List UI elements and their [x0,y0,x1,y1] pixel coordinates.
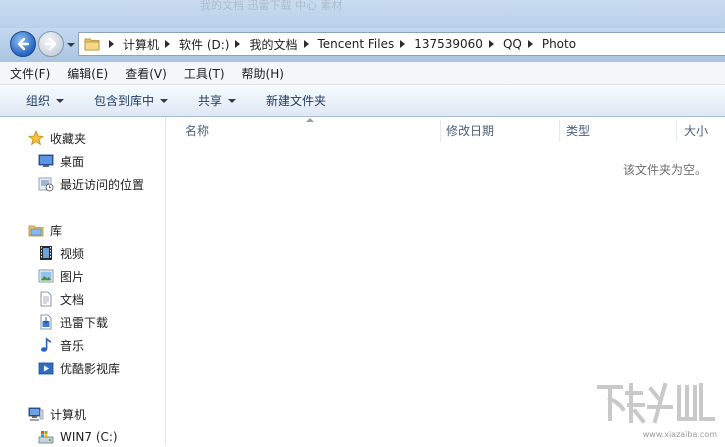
sidebar-item-label: 计算机 [50,407,87,422]
sidebar-item-label: WIN7 (C:) [60,430,118,444]
sidebar-item-label: 优酷影视库 [60,361,121,376]
breadcrumb-my-documents[interactable]: 我的文档 [249,36,297,53]
column-header-date[interactable]: 修改日期 [446,117,559,143]
watermark: www.xiazaiba.com [587,379,717,439]
column-header-label: 修改日期 [446,123,495,138]
sidebar-item-drive-c[interactable]: WIN7 (C:) [38,427,118,447]
folder-icon [84,38,100,51]
sidebar-item-label: 最近访问的位置 [60,177,145,192]
sidebar-item-thunder-downloads[interactable]: 迅雷下载 [38,312,108,332]
desktop-icon [38,154,54,167]
breadcrumb-separator-icon[interactable] [235,40,241,48]
breadcrumb-qq[interactable]: QQ [503,37,522,51]
breadcrumb-separator-icon[interactable] [303,40,309,48]
column-header-label: 名称 [185,123,210,138]
sidebar-item-computer[interactable]: 计算机 [28,404,86,424]
watermark-url: www.xiazaiba.com [642,430,717,439]
breadcrumb-separator-icon[interactable] [109,40,114,48]
column-header-label: 大小 [684,123,709,138]
computer-icon [28,407,44,421]
column-divider[interactable] [440,120,441,142]
sidebar-item-label: 迅雷下载 [60,315,109,330]
breadcrumb-tencent-files[interactable]: Tencent Files [318,37,395,51]
back-button[interactable] [10,31,36,57]
breadcrumb-drive-d[interactable]: 软件 (D:) [179,36,229,53]
menu-file[interactable]: 文件(F) [0,65,57,82]
picture-icon [38,269,54,283]
organize-label: 组织 [26,94,51,108]
breadcrumb-qq-number[interactable]: 137539060 [414,37,483,51]
sidebar-item-label: 文档 [60,292,85,307]
chevron-down-icon [228,98,237,103]
sidebar-item-label: 图片 [60,269,85,284]
sidebar-item-libraries[interactable]: 库 [28,220,62,240]
menu-edit[interactable]: 编辑(E) [57,65,115,82]
sidebar-item-label: 收藏夹 [50,131,87,146]
chevron-down-icon [160,98,169,103]
column-divider[interactable] [676,120,677,142]
navigation-bar: 计算机 软件 (D:) 我的文档 Tencent Files 137539060… [0,28,725,62]
recent-pages-dropdown[interactable] [66,40,76,50]
address-bar[interactable]: 计算机 软件 (D:) 我的文档 Tencent Files 137539060… [78,32,725,56]
watermark-logo [597,382,715,424]
sidebar-item-label: 桌面 [60,154,85,169]
menu-view[interactable]: 查看(V) [115,65,174,82]
file-list: 名称 修改日期 类型 大小 该文件夹为空。 www.xiazaiba.com [167,117,725,445]
menu-bar: 文件(F) 编辑(E) 查看(V) 工具(T) 帮助(H) [0,62,725,85]
column-header-label: 类型 [566,123,591,138]
breadcrumb-computer[interactable]: 计算机 [123,36,159,53]
forward-button[interactable] [38,31,64,57]
breadcrumb-separator-icon[interactable] [488,40,494,48]
column-header-name[interactable]: 名称 [185,117,440,143]
menu-tools[interactable]: 工具(T) [174,65,232,82]
column-divider[interactable] [559,120,560,142]
breadcrumb: 计算机 软件 (D:) 我的文档 Tencent Files 137539060… [103,33,576,55]
include-in-library-label: 包含到库中 [94,94,155,108]
navigation-pane: 收藏夹 桌面 最近访问的位置 库 视频 图片 文档 迅雷下载 音乐 优酷影视库 … [0,117,166,445]
command-bar: 组织 包含到库中 共享 新建文件夹 [0,85,725,117]
system-drive-icon [38,431,54,444]
star-icon [28,130,44,146]
new-folder-label: 新建文件夹 [266,94,327,108]
recent-places-icon [38,177,54,192]
empty-folder-message: 该文件夹为空。 [622,163,707,177]
arrow-left-icon [17,37,30,51]
breadcrumb-photo[interactable]: Photo [542,37,576,51]
new-folder-button[interactable]: 新建文件夹 [266,92,326,109]
share-button[interactable]: 共享 [198,92,237,109]
window-title: 我的文档 迅雷下载 中心 素材 [200,0,343,12]
document-icon [40,291,52,307]
film-icon [40,246,52,260]
organize-button[interactable]: 组织 [26,92,65,109]
sidebar-item-label: 库 [50,223,63,238]
chevron-down-icon [56,98,65,103]
sidebar-item-favorites[interactable]: 收藏夹 [28,128,86,148]
sidebar-item-label: 视频 [60,246,85,261]
include-in-library-button[interactable]: 包含到库中 [94,92,169,109]
title-bar: 我的文档 迅雷下载 中心 素材 [0,0,725,28]
libraries-icon [28,225,44,237]
breadcrumb-separator-icon[interactable] [165,40,171,48]
sidebar-item-documents[interactable]: 文档 [38,289,84,309]
menu-help[interactable]: 帮助(H) [232,65,291,82]
share-label: 共享 [198,94,223,108]
download-folder-icon [40,314,52,330]
video-library-icon [38,362,54,375]
sidebar-item-recent-places[interactable]: 最近访问的位置 [38,174,144,194]
sidebar-item-youku-library[interactable]: 优酷影视库 [38,358,120,378]
column-header-type[interactable]: 类型 [566,117,676,143]
breadcrumb-separator-icon[interactable] [527,40,533,48]
music-note-icon [41,337,52,352]
sidebar-item-desktop[interactable]: 桌面 [38,151,84,171]
sidebar-item-pictures[interactable]: 图片 [38,266,84,286]
sidebar-item-label: 音乐 [60,338,85,353]
breadcrumb-separator-icon[interactable] [400,40,406,48]
sidebar-item-music[interactable]: 音乐 [38,335,84,355]
sidebar-item-videos[interactable]: 视频 [38,243,84,263]
arrow-right-icon [44,37,57,51]
column-header-size[interactable]: 大小 [684,117,725,143]
